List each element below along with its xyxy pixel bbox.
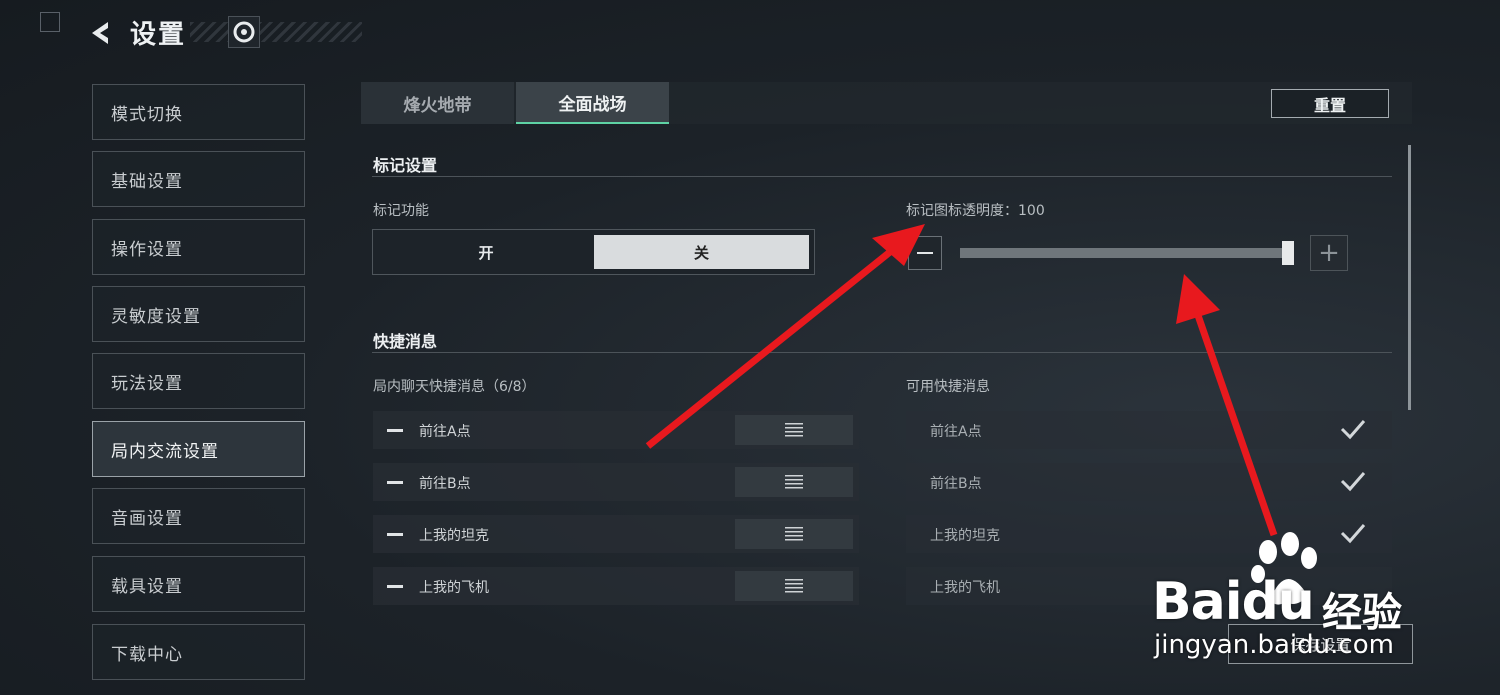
list-item-label: 前往B点 (419, 476, 471, 492)
sidebar-item[interactable]: 模式切换 (92, 84, 305, 140)
list-item: 前往A点 (373, 411, 859, 449)
corner-marker (40, 12, 60, 32)
list-item-label: 上我的飞机 (930, 580, 1000, 596)
divider (372, 176, 1392, 177)
baidu-watermark: Baidu 经验 jingyan.baidu.com (1150, 530, 1450, 690)
slider-handle[interactable] (1282, 241, 1294, 265)
sidebar-item[interactable]: 载具设置 (92, 556, 305, 612)
check-icon (1340, 472, 1366, 492)
ingame-msg-label: 局内聊天快捷消息（6/8） (373, 379, 536, 395)
sidebar-item-label: 局内交流设置 (111, 441, 219, 462)
scrollbar[interactable] (1408, 145, 1411, 410)
list-item: 前往B点 (373, 463, 859, 501)
list-item-label: 前往B点 (930, 476, 982, 492)
sidebar-item-label: 模式切换 (111, 104, 183, 125)
available-msg-label: 可用快捷消息 (906, 379, 990, 395)
sidebar-item-label: 灵敏度设置 (111, 306, 201, 327)
drag-handle-icon[interactable] (735, 415, 853, 445)
sidebar-item-label: 载具设置 (111, 576, 183, 597)
divider (372, 352, 1392, 353)
remove-icon[interactable] (387, 585, 403, 588)
watermark-url: jingyan.baidu.com (1154, 630, 1394, 660)
quick-msg-section-title: 快捷消息 (373, 332, 438, 351)
watermark-brand-tail: du (1241, 572, 1315, 632)
sidebar-item[interactable]: 操作设置 (92, 219, 305, 275)
drag-handle-icon[interactable] (735, 519, 853, 549)
watermark-brand: Bai (1152, 572, 1243, 632)
list-item: 上我的坦克 (373, 515, 859, 553)
page-title: 设置 (130, 20, 187, 50)
toggle-off-option[interactable]: 关 (594, 235, 809, 269)
sidebar-item-label: 音画设置 (111, 508, 183, 529)
sidebar-item[interactable]: 玩法设置 (92, 353, 305, 409)
remove-icon[interactable] (387, 533, 403, 536)
list-item-label: 上我的坦克 (930, 528, 1000, 544)
back-arrow-icon[interactable] (86, 18, 116, 48)
tab-beacon-zone[interactable]: 烽火地带 (361, 82, 514, 124)
list-item-label: 上我的飞机 (419, 580, 489, 596)
list-item-label: 前往A点 (930, 424, 982, 440)
marker-function-label: 标记功能 (373, 203, 429, 219)
remove-icon[interactable] (387, 481, 403, 484)
sidebar-item-label: 操作设置 (111, 239, 183, 260)
sidebar-item-label: 基础设置 (111, 171, 183, 192)
remove-icon[interactable] (387, 429, 403, 432)
opacity-slider[interactable] (960, 248, 1288, 258)
check-icon (1340, 420, 1366, 440)
sidebar-item[interactable]: 下载中心 (92, 624, 305, 680)
settings-head-icon (228, 16, 260, 48)
marker-section-title: 标记设置 (373, 156, 438, 175)
list-item[interactable]: 前往A点 (906, 411, 1392, 449)
list-item[interactable]: 前往B点 (906, 463, 1392, 501)
drag-handle-icon[interactable] (735, 571, 853, 601)
list-item-label: 上我的坦克 (419, 528, 489, 544)
arrow-head-2 (1176, 274, 1220, 324)
sidebar-item-label: 玩法设置 (111, 373, 183, 394)
sidebar-item[interactable]: 局内交流设置 (92, 421, 305, 477)
reset-button[interactable]: 重置 (1271, 89, 1389, 118)
toggle-on-option[interactable]: 开 (380, 235, 592, 269)
minus-icon[interactable] (908, 236, 942, 270)
sidebar-item[interactable]: 音画设置 (92, 488, 305, 544)
drag-handle-icon[interactable] (735, 467, 853, 497)
sidebar-item[interactable]: 基础设置 (92, 151, 305, 207)
header-decoration (190, 22, 362, 42)
sidebar-item[interactable]: 灵敏度设置 (92, 286, 305, 342)
tab-all-out-warfare[interactable]: 全面战场 (516, 82, 669, 124)
sidebar-item-label: 下载中心 (111, 644, 183, 665)
opacity-label: 标记图标透明度：100 (906, 203, 1045, 219)
list-item: 上我的飞机 (373, 567, 859, 605)
list-item-label: 前往A点 (419, 424, 471, 440)
plus-icon[interactable]: + (1310, 235, 1348, 271)
